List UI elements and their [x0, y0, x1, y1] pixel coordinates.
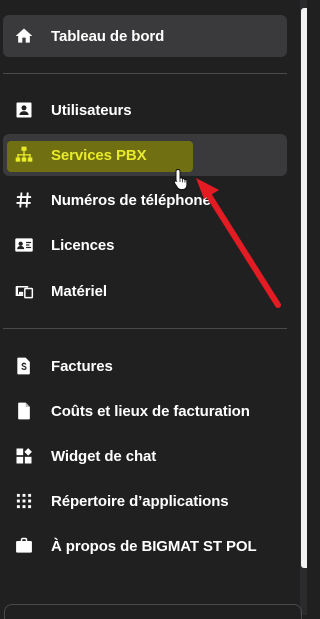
sidebar-item-label: Services PBX	[51, 146, 147, 164]
sidebar-item-label: Factures	[51, 357, 113, 375]
document-icon	[14, 401, 34, 421]
sidebar-item-label: Coûts et lieux de facturation	[51, 402, 250, 420]
sidebar-item-dashboard[interactable]: Tableau de bord	[3, 15, 287, 57]
widgets-icon	[14, 446, 34, 466]
sidebar-item-users[interactable]: Utilisateurs	[3, 89, 287, 131]
sidebar-item-label: Utilisateurs	[51, 101, 132, 119]
menu-divider	[3, 328, 287, 329]
sidebar-item-phone-numbers[interactable]: Numéros de téléphone	[3, 179, 287, 221]
sidebar-item-label: Numéros de téléphone	[51, 191, 211, 209]
sidebar-item-invoices[interactable]: Factures	[3, 345, 287, 387]
sidebar-item-hardware[interactable]: Matériel	[3, 270, 287, 312]
menu-divider	[3, 73, 287, 74]
sidebar-item-label: Licences	[51, 236, 115, 254]
briefcase-icon	[14, 536, 34, 556]
id-card-icon	[14, 235, 34, 255]
sitemap-icon	[14, 145, 34, 165]
sidebar-item-label: Tableau de bord	[51, 27, 165, 45]
hash-icon	[14, 190, 34, 210]
sidebar-item-app-directory[interactable]: Répertoire d’applications	[3, 480, 287, 522]
bottom-panel-edge	[4, 604, 302, 619]
sidebar-item-about[interactable]: À propos de BIGMAT ST POL	[3, 525, 287, 567]
devices-icon	[14, 281, 34, 301]
sidebar-item-billing-costs[interactable]: Coûts et lieux de facturation	[3, 390, 287, 432]
sidebar-item-label: Matériel	[51, 282, 107, 300]
sidebar-item-label: À propos de BIGMAT ST POL	[51, 537, 257, 555]
sidebar-item-chat-widget[interactable]: Widget de chat	[3, 435, 287, 477]
grid-dots-icon	[14, 491, 34, 511]
scrollbar-thumb[interactable]	[301, 8, 307, 568]
sidebar-item-label: Répertoire d’applications	[51, 492, 229, 510]
invoice-dollar-icon	[14, 356, 34, 376]
sidebar-item-licences[interactable]: Licences	[3, 224, 287, 266]
sidebar-item-label: Widget de chat	[51, 447, 157, 465]
scrollbar-track[interactable]	[300, 0, 307, 615]
home-icon	[14, 26, 34, 46]
contact-card-icon	[14, 100, 34, 120]
